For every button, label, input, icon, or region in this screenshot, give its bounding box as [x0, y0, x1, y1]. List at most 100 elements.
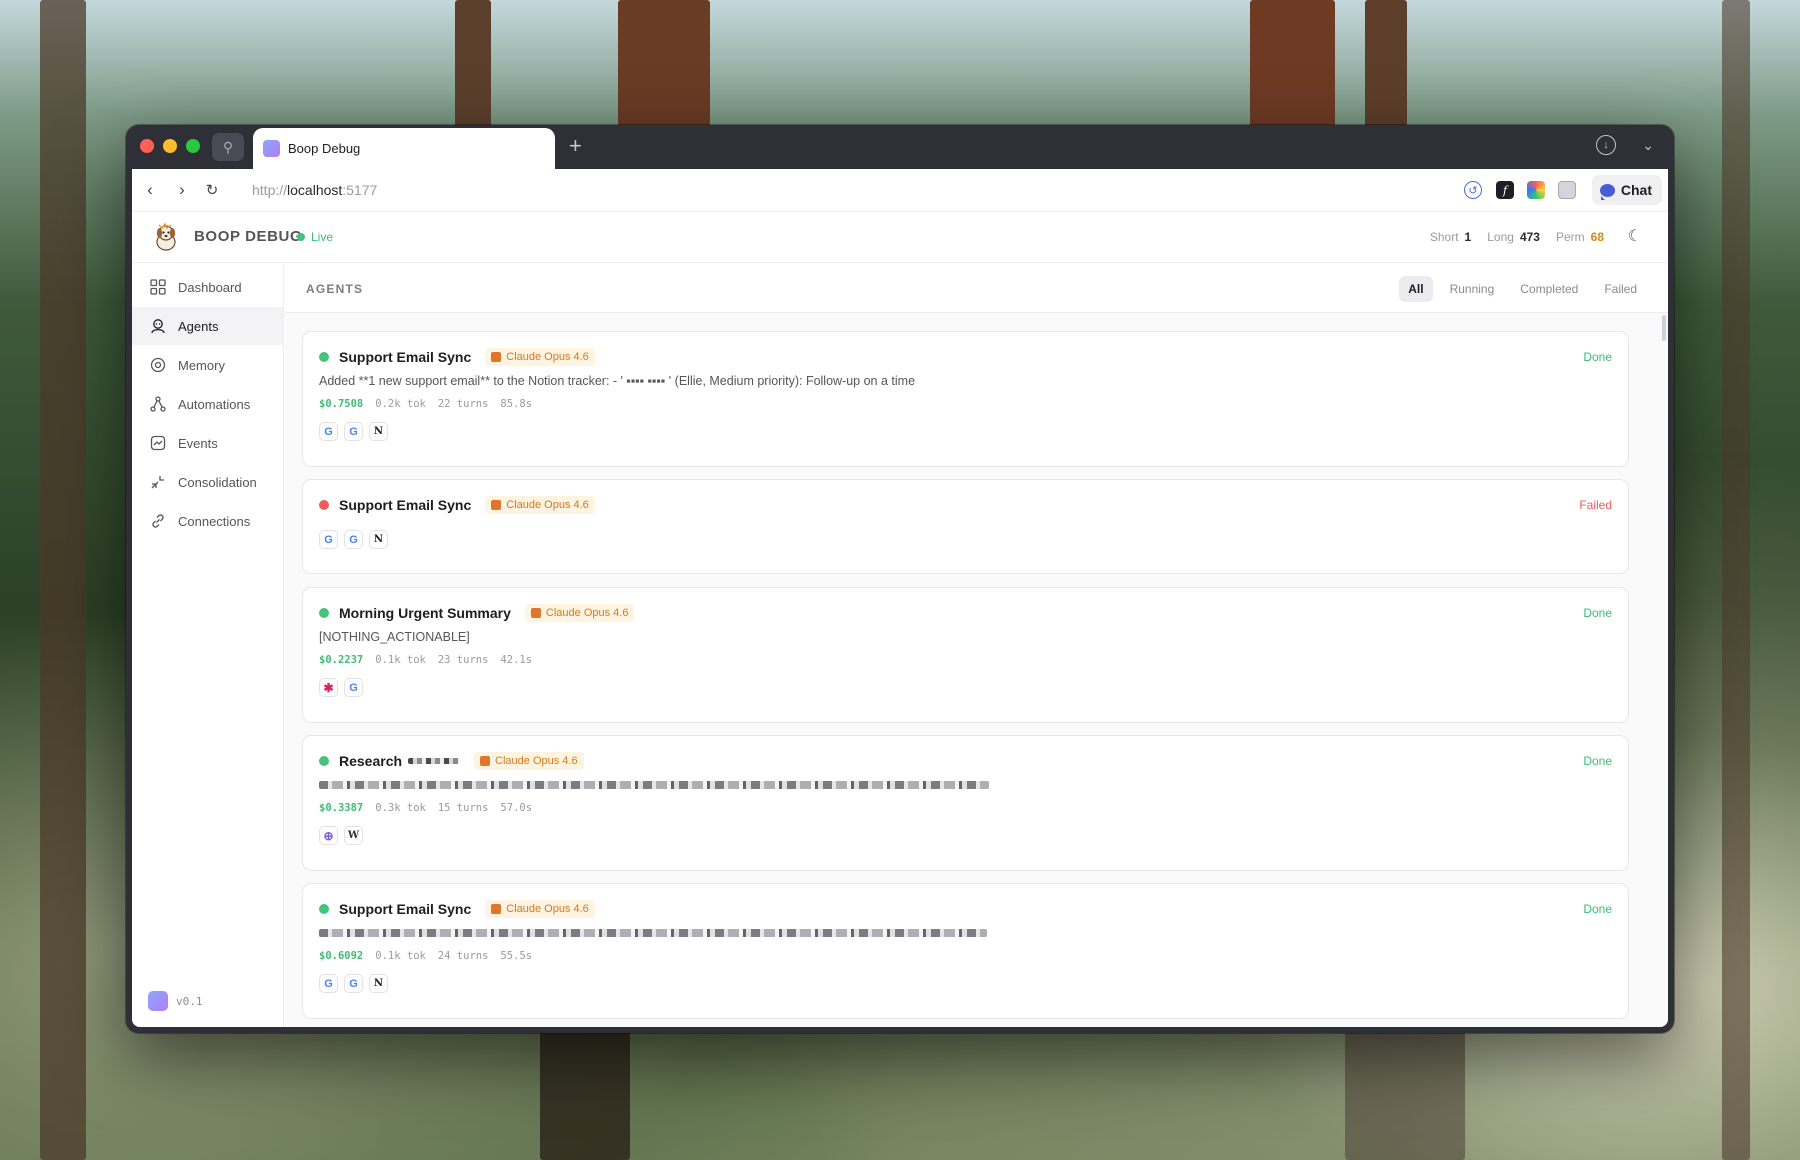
tokens-value: 0.1k tok [375, 950, 426, 962]
download-icon[interactable]: ↓ [1596, 135, 1616, 155]
chat-button-label: Chat [1620, 182, 1652, 198]
url-scheme: http:// [252, 182, 288, 198]
tab-title: Boop Debug [288, 141, 361, 156]
agents-header: AGENTS All Running Completed Failed [285, 264, 1668, 313]
extension-icon[interactable]: f [1496, 181, 1514, 199]
version-label: v0.1 [176, 994, 203, 1008]
maximize-window-button[interactable] [186, 139, 200, 153]
sidebar-item-automations[interactable]: Automations [132, 385, 283, 423]
tool-list: G G N [319, 974, 388, 993]
stat-long: Long 473 [1487, 230, 1540, 244]
agent-card[interactable]: Support Email Sync Claude Opus 4.6 Done … [302, 331, 1629, 467]
model-badge: Claude Opus 4.6 [485, 900, 595, 918]
status-dot-icon [319, 608, 329, 618]
forward-icon[interactable]: › [172, 180, 192, 200]
moon-icon[interactable]: ☾ [1628, 226, 1642, 246]
sidebar-item-events[interactable]: Events [132, 424, 283, 462]
version-info: v0.1 [148, 991, 203, 1011]
status-label: Done [1583, 902, 1612, 916]
tokens-value: 0.2k tok [375, 398, 426, 410]
background-tree [1250, 0, 1335, 128]
sidebar-item-consolidation[interactable]: Consolidation [132, 463, 283, 501]
stat-label: Perm [1555, 230, 1585, 244]
filter-running[interactable]: Running [1441, 276, 1504, 302]
tool-list: ✱ G [319, 678, 363, 697]
browser-window: ⚲ Boop Debug + ↓ ⌄ ‹ › ↻ http://localhos… [126, 125, 1674, 1033]
sidebar-item-label: Memory [178, 357, 225, 373]
sidebar-item-label: Consolidation [178, 474, 257, 490]
sidebar-item-memory[interactable]: Memory [132, 346, 283, 384]
cost-value: $0.7508 [319, 398, 364, 410]
background-tree [1345, 1030, 1465, 1160]
duration-value: 85.8s [500, 398, 533, 410]
memory-stats: Short 1 Long 473 Perm 68 [1430, 230, 1604, 244]
background-tree [618, 0, 710, 128]
tool-list: ⊕ W [319, 826, 363, 845]
agent-card[interactable]: Support Email Sync Claude Opus 4.6 Faile… [302, 479, 1629, 574]
agent-title: Support Email Sync [339, 901, 472, 917]
minimize-window-button[interactable] [163, 139, 177, 153]
status-label: Done [1583, 754, 1612, 768]
background-tree [1722, 0, 1750, 1160]
url-host: localhost [287, 182, 343, 198]
filter-all[interactable]: All [1399, 276, 1433, 302]
model-label: Claude Opus 4.6 [495, 755, 578, 767]
agent-title: Support Email Sync [339, 497, 472, 513]
claude-icon [491, 352, 502, 362]
browser-tab[interactable]: Boop Debug [253, 128, 555, 169]
close-window-button[interactable] [140, 139, 154, 153]
notion-icon: N [369, 530, 388, 549]
events-icon [148, 433, 168, 453]
filter-completed[interactable]: Completed [1511, 276, 1587, 302]
extension-icon[interactable] [1558, 181, 1576, 199]
browser-titlebar: ⚲ Boop Debug + ↓ ⌄ [126, 125, 1674, 169]
live-dot-icon [297, 233, 305, 241]
agent-card[interactable]: Research Claude Opus 4.6 Done $0.3387 0.… [302, 735, 1629, 871]
card-header: Support Email Sync Claude Opus 4.6 [319, 900, 595, 918]
agent-card[interactable]: Support Email Sync Claude Opus 4.6 Done … [302, 883, 1629, 1019]
sidebar-item-connections[interactable]: Connections [132, 502, 283, 540]
new-tab-button[interactable]: + [569, 134, 582, 158]
pin-icon[interactable]: ⚲ [212, 133, 244, 161]
claude-icon [491, 500, 502, 510]
stat-label: Short [1429, 230, 1459, 244]
model-label: Claude Opus 4.6 [506, 903, 589, 915]
scrollbar[interactable] [1662, 315, 1666, 341]
address-field[interactable]: http://localhost:5177 [252, 182, 377, 198]
redacted-description [319, 929, 987, 937]
sidebar-item-label: Events [178, 435, 218, 451]
chat-bubble-icon [1599, 183, 1615, 200]
extension-icon[interactable] [1527, 181, 1545, 199]
chevron-down-icon[interactable]: ⌄ [1642, 137, 1654, 154]
sidebar-item-dashboard[interactable]: Dashboard [132, 268, 283, 306]
agent-title: Support Email Sync [339, 349, 472, 365]
back-icon[interactable]: ‹ [140, 180, 160, 200]
slack-icon: ✱ [319, 678, 338, 697]
filter-failed[interactable]: Failed [1595, 276, 1646, 302]
grid-icon [148, 277, 168, 297]
reload-icon[interactable]: ↻ [202, 181, 222, 199]
agent-metrics: $0.3387 0.3k tok 15 turns 57.0s [319, 802, 532, 814]
notion-icon: N [369, 422, 388, 441]
model-badge: Claude Opus 4.6 [485, 348, 595, 366]
model-label: Claude Opus 4.6 [506, 499, 589, 511]
stat-label: Long [1487, 230, 1514, 244]
sidebar-item-agents[interactable]: Agents [132, 307, 283, 345]
chat-button[interactable]: Chat [1591, 175, 1662, 205]
background-tree [40, 0, 86, 1160]
status-label: Done [1583, 350, 1612, 364]
claude-icon [480, 756, 491, 766]
google-icon: G [344, 678, 363, 697]
stat-short: Short 1 [1430, 230, 1471, 244]
turns-value: 22 turns [437, 398, 489, 410]
globe-icon: ⊕ [319, 826, 338, 845]
cost-value: $0.2237 [319, 654, 364, 666]
background-tree [1365, 0, 1407, 128]
stat-value: 68 [1590, 230, 1604, 244]
app-logo-icon [148, 991, 168, 1011]
turns-value: 23 turns [437, 654, 489, 666]
consolidation-icon [148, 472, 168, 492]
card-header: Support Email Sync Claude Opus 4.6 [319, 348, 595, 366]
extension-icon[interactable]: ↺ [1464, 181, 1482, 199]
agent-card[interactable]: Morning Urgent Summary Claude Opus 4.6 D… [302, 587, 1629, 723]
